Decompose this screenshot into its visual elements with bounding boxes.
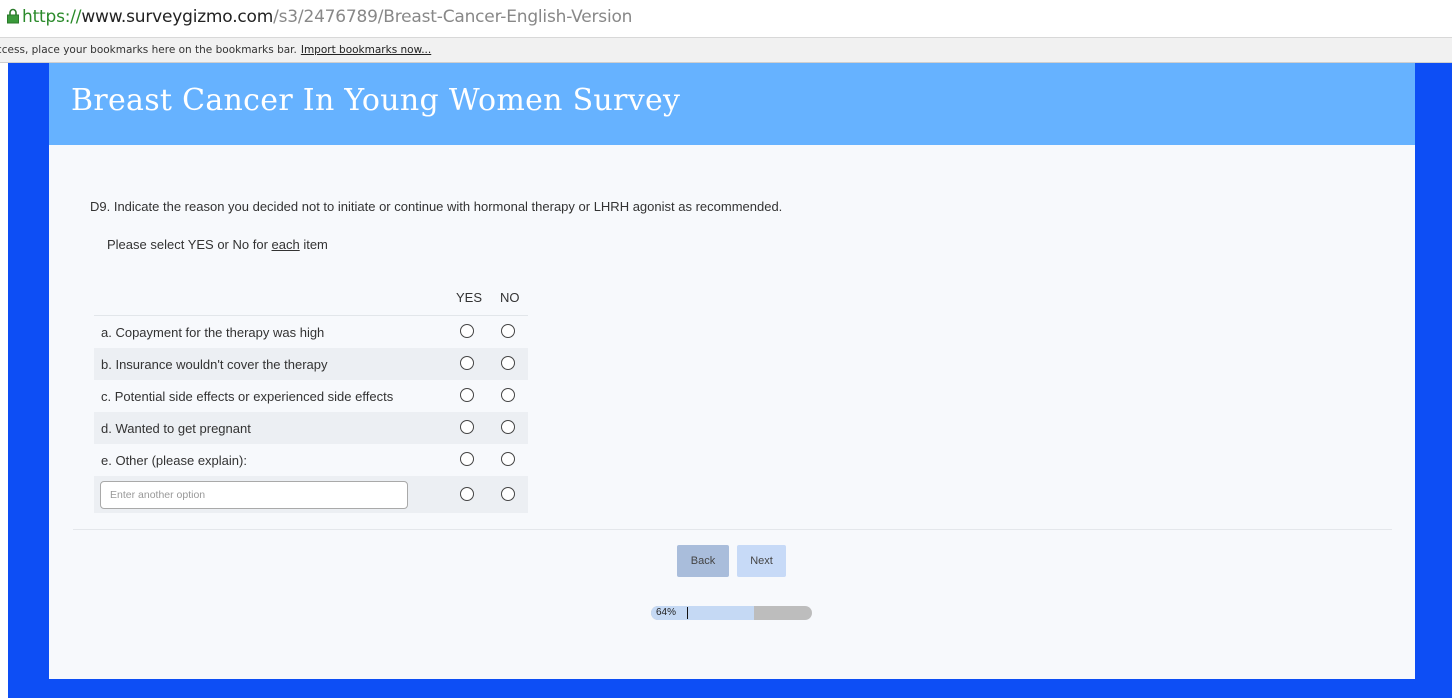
other-option-input[interactable] [100,481,408,509]
url-host: www.surveygizmo.com [81,7,274,27]
radio-yes[interactable] [460,420,474,434]
survey-container: Breast Cancer In Young Women Survey D9. … [49,63,1415,679]
grid-row-other [94,476,528,513]
radio-yes[interactable] [460,388,474,402]
yes-no-grid: YES NO a. Copayment for the therapy was … [94,284,528,513]
radio-no[interactable] [501,487,515,501]
grid-row: c. Potential side effects or experienced… [94,380,528,412]
divider [73,529,1392,530]
row-label: c. Potential side effects or experienced… [101,389,394,404]
grid-row: d. Wanted to get pregnant [94,412,528,444]
column-header-no: NO [500,290,520,305]
next-button[interactable]: Next [737,545,786,577]
instruction-prefix: Please select YES or No for [107,237,272,252]
radio-yes[interactable] [460,487,474,501]
progress-marker [687,607,688,619]
import-bookmarks-link[interactable]: Import bookmarks now... [301,44,431,56]
radio-no[interactable] [501,452,515,466]
row-label: e. Other (please explain): [101,453,247,468]
grid-row: e. Other (please explain): [94,444,528,476]
radio-no[interactable] [501,388,515,402]
survey-header: Breast Cancer In Young Women Survey [49,63,1415,145]
bookmarks-message: ccess, place your bookmarks here on the … [0,44,297,56]
row-label: a. Copayment for the therapy was high [101,325,325,340]
radio-yes[interactable] [460,356,474,370]
survey-title: Breast Cancer In Young Women Survey [71,83,681,118]
radio-no[interactable] [501,420,515,434]
bookmarks-bar: ccess, place your bookmarks here on the … [0,38,1452,63]
radio-no[interactable] [501,356,515,370]
grid-row: b. Insurance wouldn't cover the therapy [94,348,528,380]
lock-icon [7,8,19,24]
radio-no[interactable] [501,324,515,338]
grid-row: a. Copayment for the therapy was high [94,316,528,348]
progress-bar: 64% [651,606,812,620]
instruction-text: Please select YES or No for each item [107,237,328,252]
grid-header: YES NO [94,284,528,316]
url-protocol: https:// [22,7,82,27]
instruction-emphasis: each [271,237,300,252]
instruction-suffix: item [299,237,328,252]
question-text: D9. Indicate the reason you decided not … [90,199,783,214]
radio-yes[interactable] [460,452,474,466]
row-label: d. Wanted to get pregnant [101,421,251,436]
row-label: b. Insurance wouldn't cover the therapy [101,357,328,372]
url-text[interactable]: https://www.surveygizmo.com/s3/2476789/B… [22,7,632,27]
column-header-yes: YES [456,290,483,305]
browser-address-bar[interactable]: https://www.surveygizmo.com/s3/2476789/B… [0,0,1452,38]
progress-label: 64% [656,607,677,618]
url-path: /s3/2476789/Breast-Cancer-English-Versio… [273,7,633,27]
radio-yes[interactable] [460,324,474,338]
back-button[interactable]: Back [677,545,729,577]
